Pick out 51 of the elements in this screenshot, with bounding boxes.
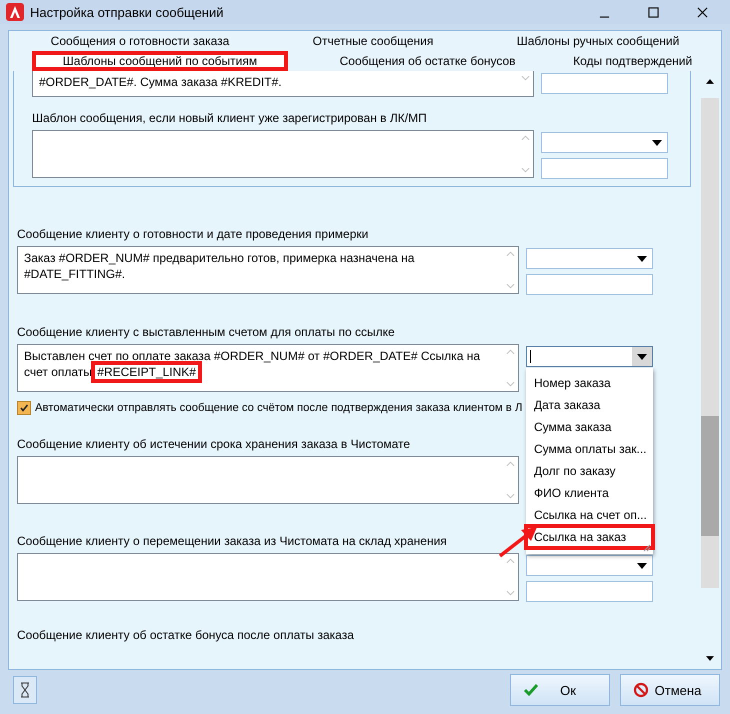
dropdown-item[interactable]: Ссылка на заказ	[526, 526, 653, 548]
no-entry-icon	[633, 682, 649, 698]
section-label: Сообщение клиенту о готовности и дате проведения примерки	[17, 227, 368, 243]
checkbox[interactable]	[17, 401, 31, 415]
hourglass-button[interactable]	[13, 676, 37, 704]
tab[interactable]: Шаблоны сообщений по событиям	[32, 51, 288, 71]
text-field[interactable]	[526, 274, 653, 295]
resize-grip-icon[interactable]	[643, 544, 651, 552]
tab[interactable]: Сообщения об остатке бонусов	[334, 53, 522, 69]
maximize-icon[interactable]	[648, 6, 659, 18]
cancel-button[interactable]: Отмена	[620, 674, 720, 706]
auto-send-checkbox[interactable]: Автоматически отправлять сообщение со счётом после подтверждения заказа клиентом в Л	[17, 401, 522, 415]
ok-button[interactable]: Ок	[510, 674, 610, 706]
section-label: Шаблон сообщения, если новый клиент уже зарегистрирован в ЛК/МП	[32, 111, 427, 127]
text-field[interactable]	[541, 158, 668, 179]
dropdown-item[interactable]: Дата заказа	[526, 394, 653, 416]
scrollbar-thumb[interactable]	[701, 416, 719, 536]
caret-icon	[652, 140, 662, 146]
caret-icon	[637, 256, 647, 262]
scroll-down-icon[interactable]	[706, 656, 714, 661]
dropdown-item[interactable]: ФИО клиента	[526, 482, 653, 504]
message-textarea[interactable]: #ORDER_DATE#. Сумма заказа #KREDIT#.	[32, 71, 534, 97]
checkbox-label: Автоматически отправлять сообщение со счётом после подтверждения заказа клиентом в Л	[35, 402, 522, 414]
dropdown-item[interactable]: Номер заказа	[526, 372, 653, 394]
text-field[interactable]	[526, 581, 653, 602]
dropdown-item[interactable]: Ссылка на счет оп...	[526, 504, 653, 526]
tab[interactable]: Отчетные сообщения	[306, 33, 440, 49]
scroll-up-icon[interactable]	[706, 79, 714, 84]
variable-dropdown[interactable]	[541, 132, 668, 153]
dropdown-item[interactable]: Сумма оплаты зак...	[526, 438, 653, 460]
caret-icon	[637, 562, 647, 568]
checkmark-icon	[523, 682, 539, 698]
variable-dropdown[interactable]	[526, 346, 653, 367]
close-icon[interactable]	[697, 6, 708, 18]
tab[interactable]: Шаблоны ручных сообщений	[510, 33, 686, 49]
section-label: Сообщение клиенту с выставленным счетом для оплаты по ссылке	[17, 325, 395, 341]
window-title: Настройка отправки сообщений	[30, 4, 224, 20]
hourglass-icon	[20, 682, 30, 698]
text-field[interactable]	[541, 73, 668, 94]
section-label: Сообщение клиенту об остатке бонуса после оплаты заказа	[17, 628, 354, 644]
checkmark-icon	[19, 403, 29, 413]
caret-icon	[637, 354, 647, 360]
dropdown-item[interactable]: Долг по заказу	[526, 460, 653, 482]
app-logo-icon	[6, 3, 24, 21]
section-label: Сообщение клиенту об истечении срока хранения заказа в Чистомате	[17, 437, 410, 453]
variable-dropdown[interactable]	[526, 248, 653, 269]
section-label: Сообщение клиенту о перемещении заказа из Чистомата на склад хранения	[17, 534, 447, 550]
variable-dropdown[interactable]	[526, 555, 653, 576]
tab[interactable]: Сообщения о готовности заказа	[44, 33, 236, 49]
dropdown-item[interactable]: Сумма заказа	[526, 416, 653, 438]
tab[interactable]: Коды подтверждений	[567, 53, 698, 69]
